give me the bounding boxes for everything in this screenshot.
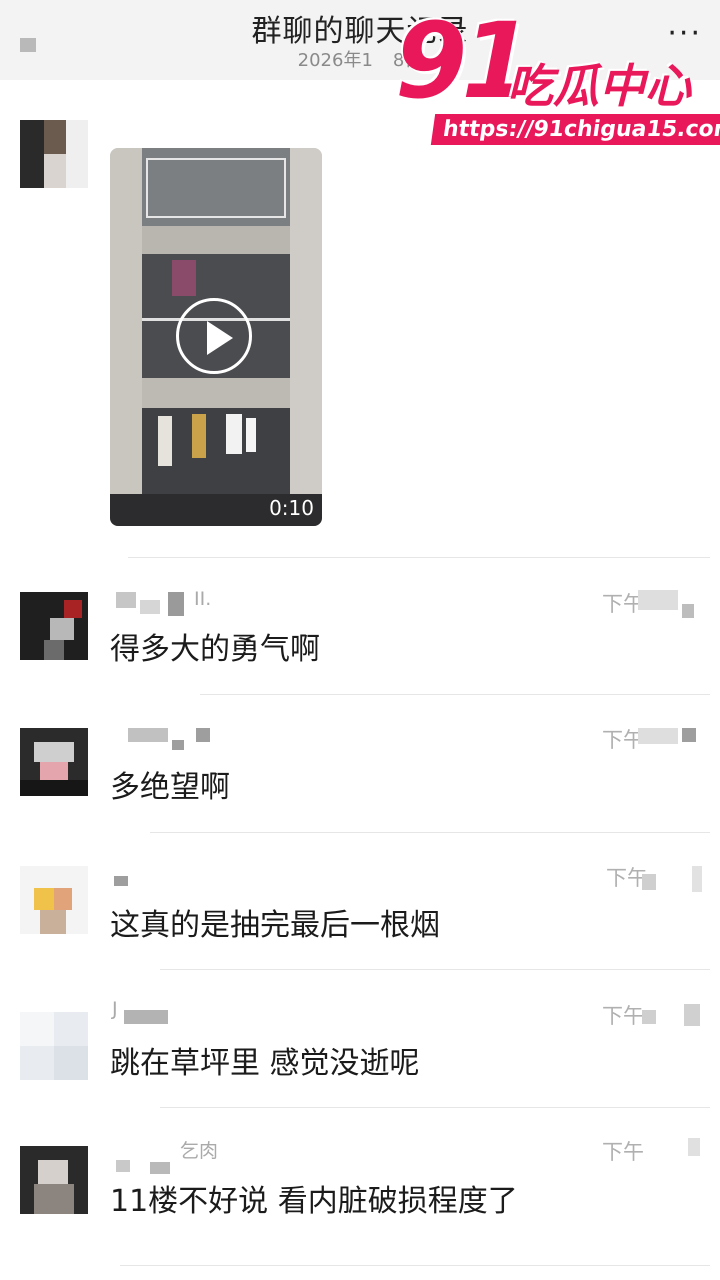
divider: [128, 557, 710, 558]
divider: [120, 1265, 710, 1266]
message-text: 这真的是抽完最后一根烟: [110, 908, 440, 943]
message-text: 跳在草坪里 感觉没逝呢: [110, 1046, 420, 1081]
message-text: 多绝望啊: [110, 770, 230, 805]
sender-name: 乞肉: [180, 1140, 219, 1162]
avatar[interactable]: [20, 1146, 88, 1214]
divider: [150, 832, 710, 833]
avatar[interactable]: [20, 728, 88, 796]
message-text: 11楼不好说 看内脏破损程度了: [110, 1184, 518, 1219]
sender-name: J: [112, 998, 118, 1020]
message-time: 下午: [602, 1004, 644, 1028]
video-message[interactable]: 0:10: [110, 148, 322, 526]
divider: [160, 1107, 710, 1108]
avatar[interactable]: [20, 1012, 88, 1080]
sender-name: II.: [194, 588, 212, 610]
play-icon[interactable]: [176, 298, 252, 374]
video-duration: 0:10: [269, 496, 314, 520]
divider: [160, 969, 710, 970]
watermark-url: https://91chigua15.com: [430, 114, 720, 145]
message-time: 下午: [602, 1140, 644, 1164]
message-text: 得多大的勇气啊: [110, 632, 320, 667]
chat-date-prefix: 2026年1: [297, 50, 373, 71]
watermark-logo: 91 吃瓜中心 https://91chigua15.com: [395, 6, 720, 156]
divider: [200, 694, 710, 695]
avatar[interactable]: [20, 120, 88, 188]
avatar[interactable]: [20, 592, 88, 660]
avatar[interactable]: [20, 866, 88, 934]
watermark-text: 吃瓜中心: [507, 59, 691, 113]
